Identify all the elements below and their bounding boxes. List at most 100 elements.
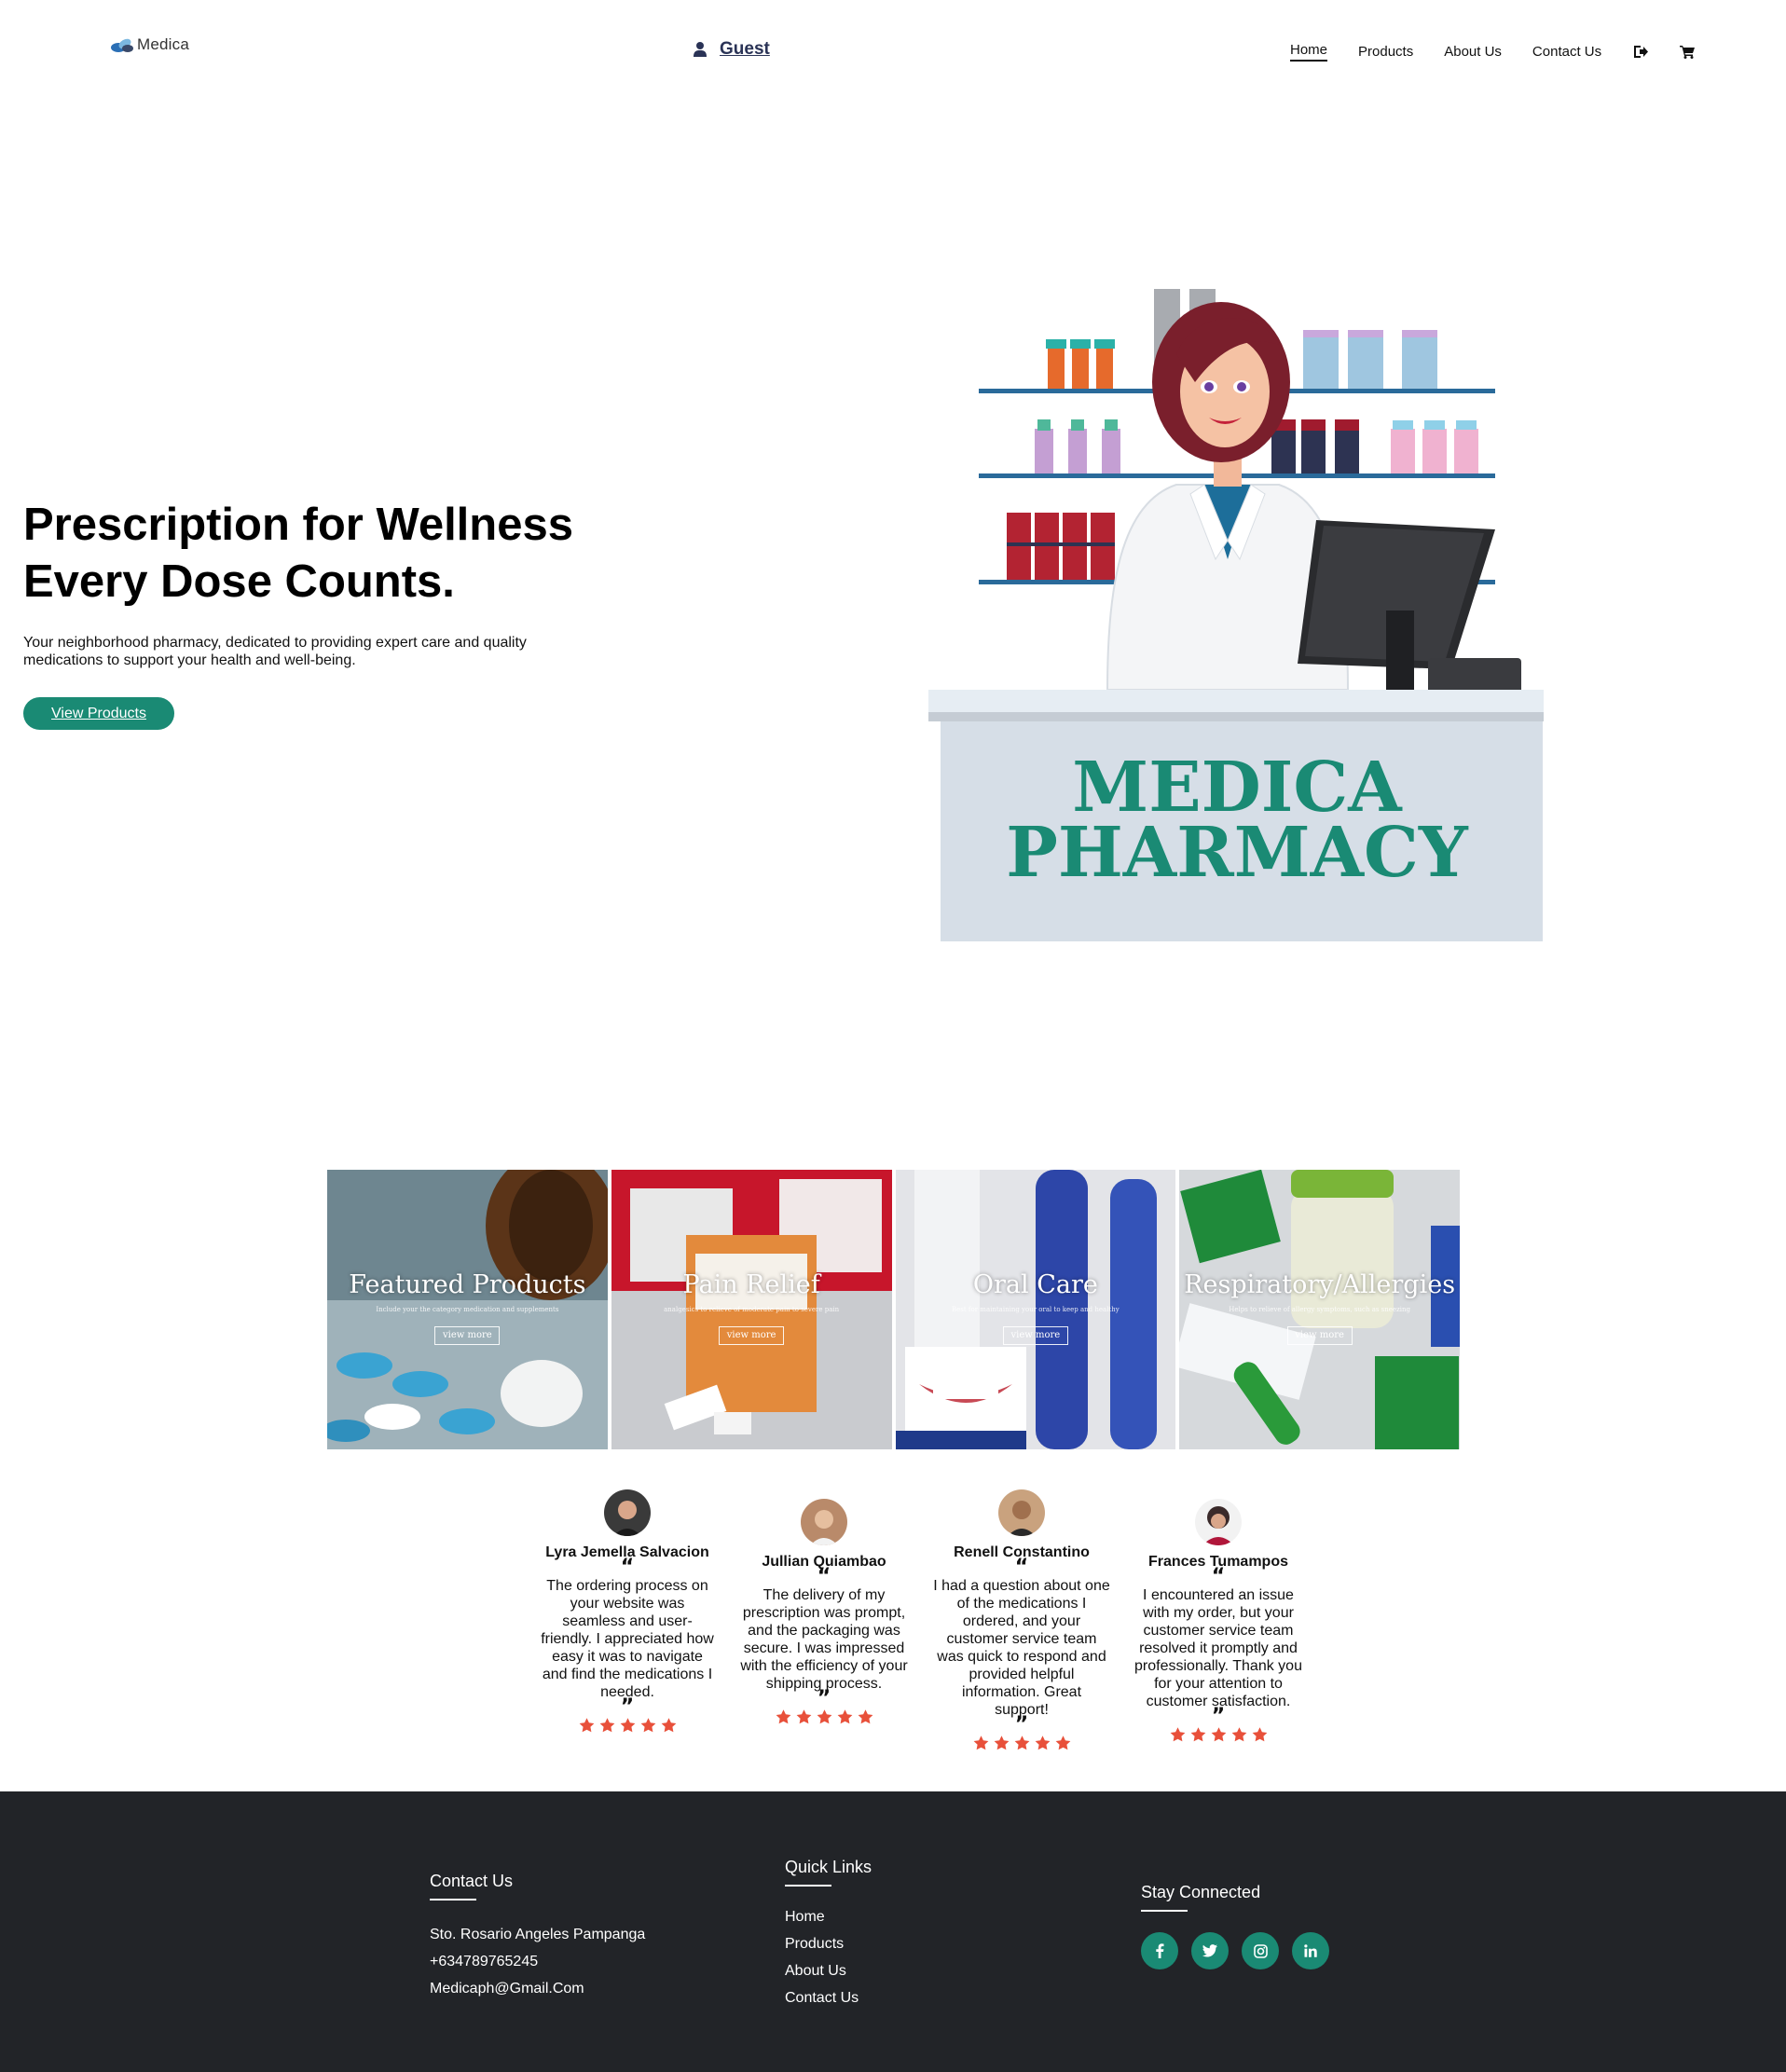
site-header: Medica Guest Home Products About Us Cont…	[0, 0, 1786, 103]
nav-home[interactable]: Home	[1290, 42, 1328, 62]
twitter-icon[interactable]	[1191, 1932, 1229, 1969]
view-more-button[interactable]: view more	[1286, 1326, 1353, 1345]
logo[interactable]: Medica	[110, 35, 189, 54]
footer-phone: +634789765245	[430, 1954, 539, 1969]
open-quote-icon: “	[817, 1565, 831, 1588]
category-title: Featured Products	[349, 1270, 586, 1299]
star-rating	[1130, 1726, 1307, 1743]
nav-contact-us[interactable]: Contact Us	[1532, 44, 1601, 60]
category-title: Respiratory/Allergies	[1184, 1270, 1456, 1299]
facebook-icon[interactable]	[1141, 1932, 1178, 1969]
footer-divider	[1141, 1910, 1188, 1912]
star-icon	[1231, 1727, 1246, 1742]
review-text: I encountered an issue with my order, bu…	[1134, 1587, 1302, 1709]
linkedin-icon[interactable]	[1292, 1932, 1329, 1969]
open-quote-icon: “	[620, 1556, 635, 1579]
star-icon	[1190, 1727, 1205, 1742]
footer-contact: Contact Us Sto. Rosario Angeles Pampanga…	[430, 1872, 645, 2002]
view-products-button[interactable]: View Products	[23, 697, 174, 730]
star-icon	[620, 1718, 635, 1733]
star-icon	[579, 1718, 594, 1733]
testimonials: Lyra Jemella Salvacion “ The ordering pr…	[522, 1489, 1302, 1760]
guest-account[interactable]: Guest	[694, 39, 770, 60]
category-desc: Best for maintaining your oral to keep a…	[952, 1306, 1120, 1313]
instagram-icon[interactable]	[1242, 1932, 1279, 1969]
main-nav: Home Products About Us Contact Us	[1290, 42, 1725, 62]
star-icon	[1211, 1727, 1226, 1742]
sign-line2: PHARMACY	[1006, 813, 1469, 893]
footer-divider	[785, 1885, 831, 1887]
footer-contact-title: Contact Us	[430, 1872, 514, 1890]
avatar	[998, 1489, 1045, 1536]
cart-icon[interactable]	[1679, 44, 1696, 61]
footer-divider	[430, 1899, 476, 1900]
close-quote-icon: ”	[817, 1687, 831, 1710]
star-icon	[796, 1709, 811, 1724]
site-footer: Contact Us Sto. Rosario Angeles Pampanga…	[0, 1791, 1786, 2072]
footer-link-home[interactable]: Home	[785, 1903, 872, 1930]
testimonial-card: Frances Tumampos “ I encountered an issu…	[1130, 1499, 1307, 1743]
pharmacist-illustration: MEDICA PHARMACY	[928, 289, 1544, 941]
open-quote-icon: “	[1211, 1565, 1226, 1588]
view-more-button[interactable]: view more	[719, 1326, 785, 1345]
nav-products[interactable]: Products	[1358, 44, 1413, 60]
hero-title-line2: Every Dose Counts.	[23, 556, 455, 607]
category-card-respiratory[interactable]: Respiratory/Allergies Helps to relieve o…	[1179, 1170, 1460, 1449]
star-icon	[1035, 1736, 1050, 1750]
view-more-button[interactable]: view more	[1002, 1326, 1068, 1345]
avatar	[604, 1489, 651, 1536]
category-desc: Helps to relieve of allergy symptoms, su…	[1229, 1306, 1410, 1313]
star-rating	[933, 1735, 1110, 1751]
open-quote-icon: “	[1014, 1556, 1029, 1579]
category-card-pain-relief[interactable]: Pain Relief analgesics to relieve of mod…	[611, 1170, 892, 1449]
review-text: I had a question about one of the medica…	[933, 1578, 1110, 1718]
star-icon	[1055, 1736, 1070, 1750]
guest-label[interactable]: Guest	[720, 39, 770, 60]
footer-link-products[interactable]: Products	[785, 1930, 872, 1957]
pill-logo-icon	[111, 38, 133, 52]
category-card-oral-care[interactable]: Oral Care Best for maintaining your oral…	[895, 1170, 1176, 1449]
view-more-button[interactable]: view more	[434, 1326, 501, 1345]
footer-social-title: Stay Connected	[1141, 1883, 1261, 1901]
star-icon	[837, 1709, 852, 1724]
category-grid: Featured Products Include your the categ…	[327, 1170, 1460, 1449]
footer-links-title: Quick Links	[785, 1858, 872, 1876]
footer-quick-links: Quick Links Home Products About Us Conta…	[785, 1858, 872, 2011]
footer-link-contact-us[interactable]: Contact Us	[785, 1984, 872, 2011]
star-icon	[973, 1736, 988, 1750]
footer-link-about-us[interactable]: About Us	[785, 1957, 872, 1984]
user-icon	[694, 42, 707, 57]
star-icon	[1252, 1727, 1267, 1742]
category-desc: analgesics to relieve of moderate pain t…	[664, 1306, 840, 1313]
category-title: Pain Relief	[682, 1270, 820, 1299]
star-rating	[539, 1717, 716, 1734]
logout-icon[interactable]	[1632, 44, 1649, 61]
avatar	[1195, 1499, 1242, 1545]
testimonial-card: Jullian Quiambao “ The delivery of my pr…	[735, 1499, 913, 1725]
category-title: Oral Care	[972, 1270, 1098, 1299]
star-icon	[661, 1718, 676, 1733]
nav-about-us[interactable]: About Us	[1444, 44, 1502, 60]
category-desc: Include your the category medication and…	[376, 1306, 559, 1313]
avatar	[801, 1499, 847, 1545]
close-quote-icon: ”	[620, 1695, 635, 1719]
star-icon	[858, 1709, 872, 1724]
close-quote-icon: ”	[1211, 1705, 1226, 1728]
hero-title: Prescription for Wellness Every Dose Cou…	[23, 497, 573, 611]
star-icon	[1170, 1727, 1185, 1742]
hero-title-line1: Prescription for Wellness	[23, 500, 573, 550]
star-icon	[776, 1709, 790, 1724]
logo-text: Medica	[137, 35, 190, 53]
category-card-featured[interactable]: Featured Products Include your the categ…	[327, 1170, 608, 1449]
star-icon	[994, 1736, 1009, 1750]
star-icon	[817, 1709, 831, 1724]
footer-address: Sto. Rosario Angeles Pampanga	[430, 1927, 646, 1942]
footer-email[interactable]: Medicaph@Gmail.Com	[430, 1975, 645, 2002]
star-icon	[599, 1718, 614, 1733]
testimonial-card: Lyra Jemella Salvacion “ The ordering pr…	[539, 1489, 716, 1734]
review-text: The delivery of my prescription was prom…	[740, 1587, 908, 1692]
star-rating	[735, 1708, 913, 1725]
hero-subtitle: Your neighborhood pharmacy, dedicated to…	[23, 635, 527, 668]
testimonial-card: Renell Constantino “ I had a question ab…	[933, 1489, 1110, 1751]
star-icon	[1014, 1736, 1029, 1750]
